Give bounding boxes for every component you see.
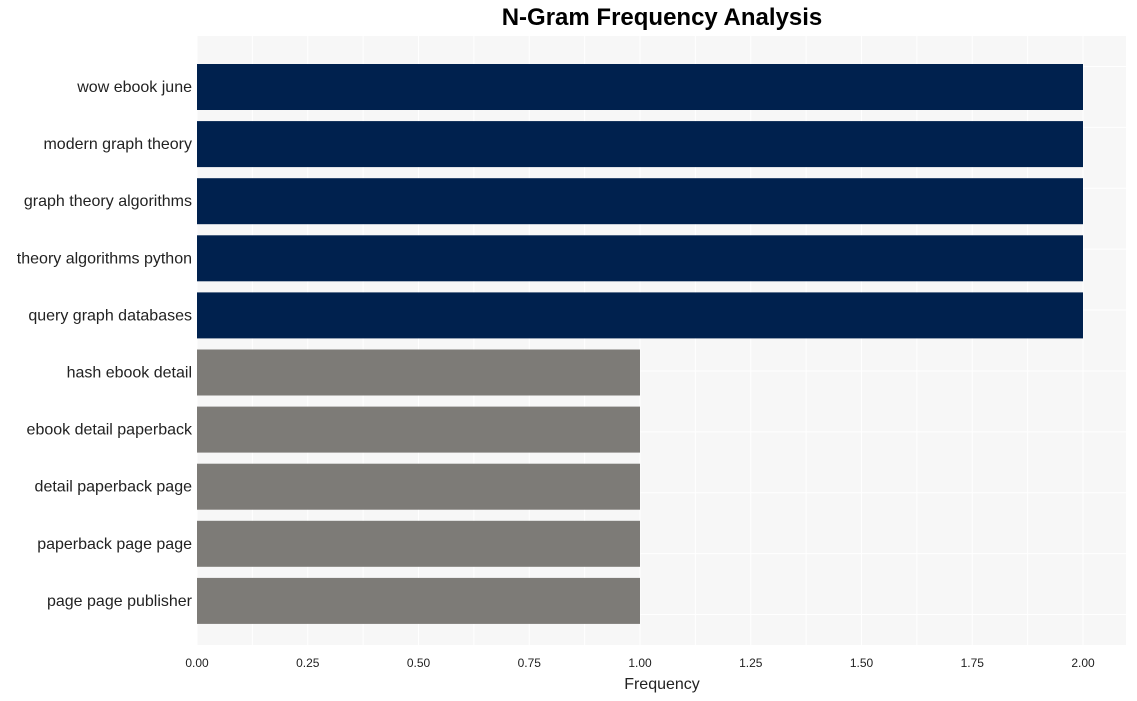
y-tick-label: hash ebook detail [67, 365, 192, 382]
bar [197, 406, 640, 453]
x-tick-label: 0.50 [407, 656, 431, 670]
y-tick-label: ebook detail paperback [27, 422, 193, 439]
bar [197, 235, 1083, 282]
bar [197, 520, 640, 567]
x-tick-label: 1.50 [850, 656, 874, 670]
x-tick-label: 0.75 [518, 656, 542, 670]
bar [197, 64, 1083, 110]
x-tick-label: 1.25 [739, 656, 763, 670]
bar [197, 292, 1083, 339]
bar [197, 178, 1083, 225]
x-tick-label: 1.75 [961, 656, 985, 670]
bar-chart: wow ebook june modern graph theory graph t… [17, 36, 1126, 693]
bar [197, 463, 640, 510]
y-tick-label: theory algorithms python [17, 250, 192, 267]
y-tick-label: detail paperback page [35, 479, 193, 496]
bar [197, 577, 640, 624]
x-axis-label: Frequency [624, 676, 700, 693]
bar [197, 349, 640, 396]
y-tick-label: modern graph theory [43, 136, 192, 153]
x-tick-label: 2.00 [1071, 656, 1095, 670]
x-tick-label: 1.00 [628, 656, 652, 670]
x-tick-label: 0.25 [296, 656, 320, 670]
y-tick-label: page page publisher [47, 593, 193, 610]
x-tick-label: 0.00 [185, 656, 209, 670]
y-tick-label: graph theory algorithms [24, 193, 192, 210]
y-tick-label: paperback page page [37, 536, 192, 553]
bar [197, 121, 1083, 168]
y-tick-label: query graph databases [28, 307, 192, 324]
y-tick-label: wow ebook june [76, 79, 192, 96]
